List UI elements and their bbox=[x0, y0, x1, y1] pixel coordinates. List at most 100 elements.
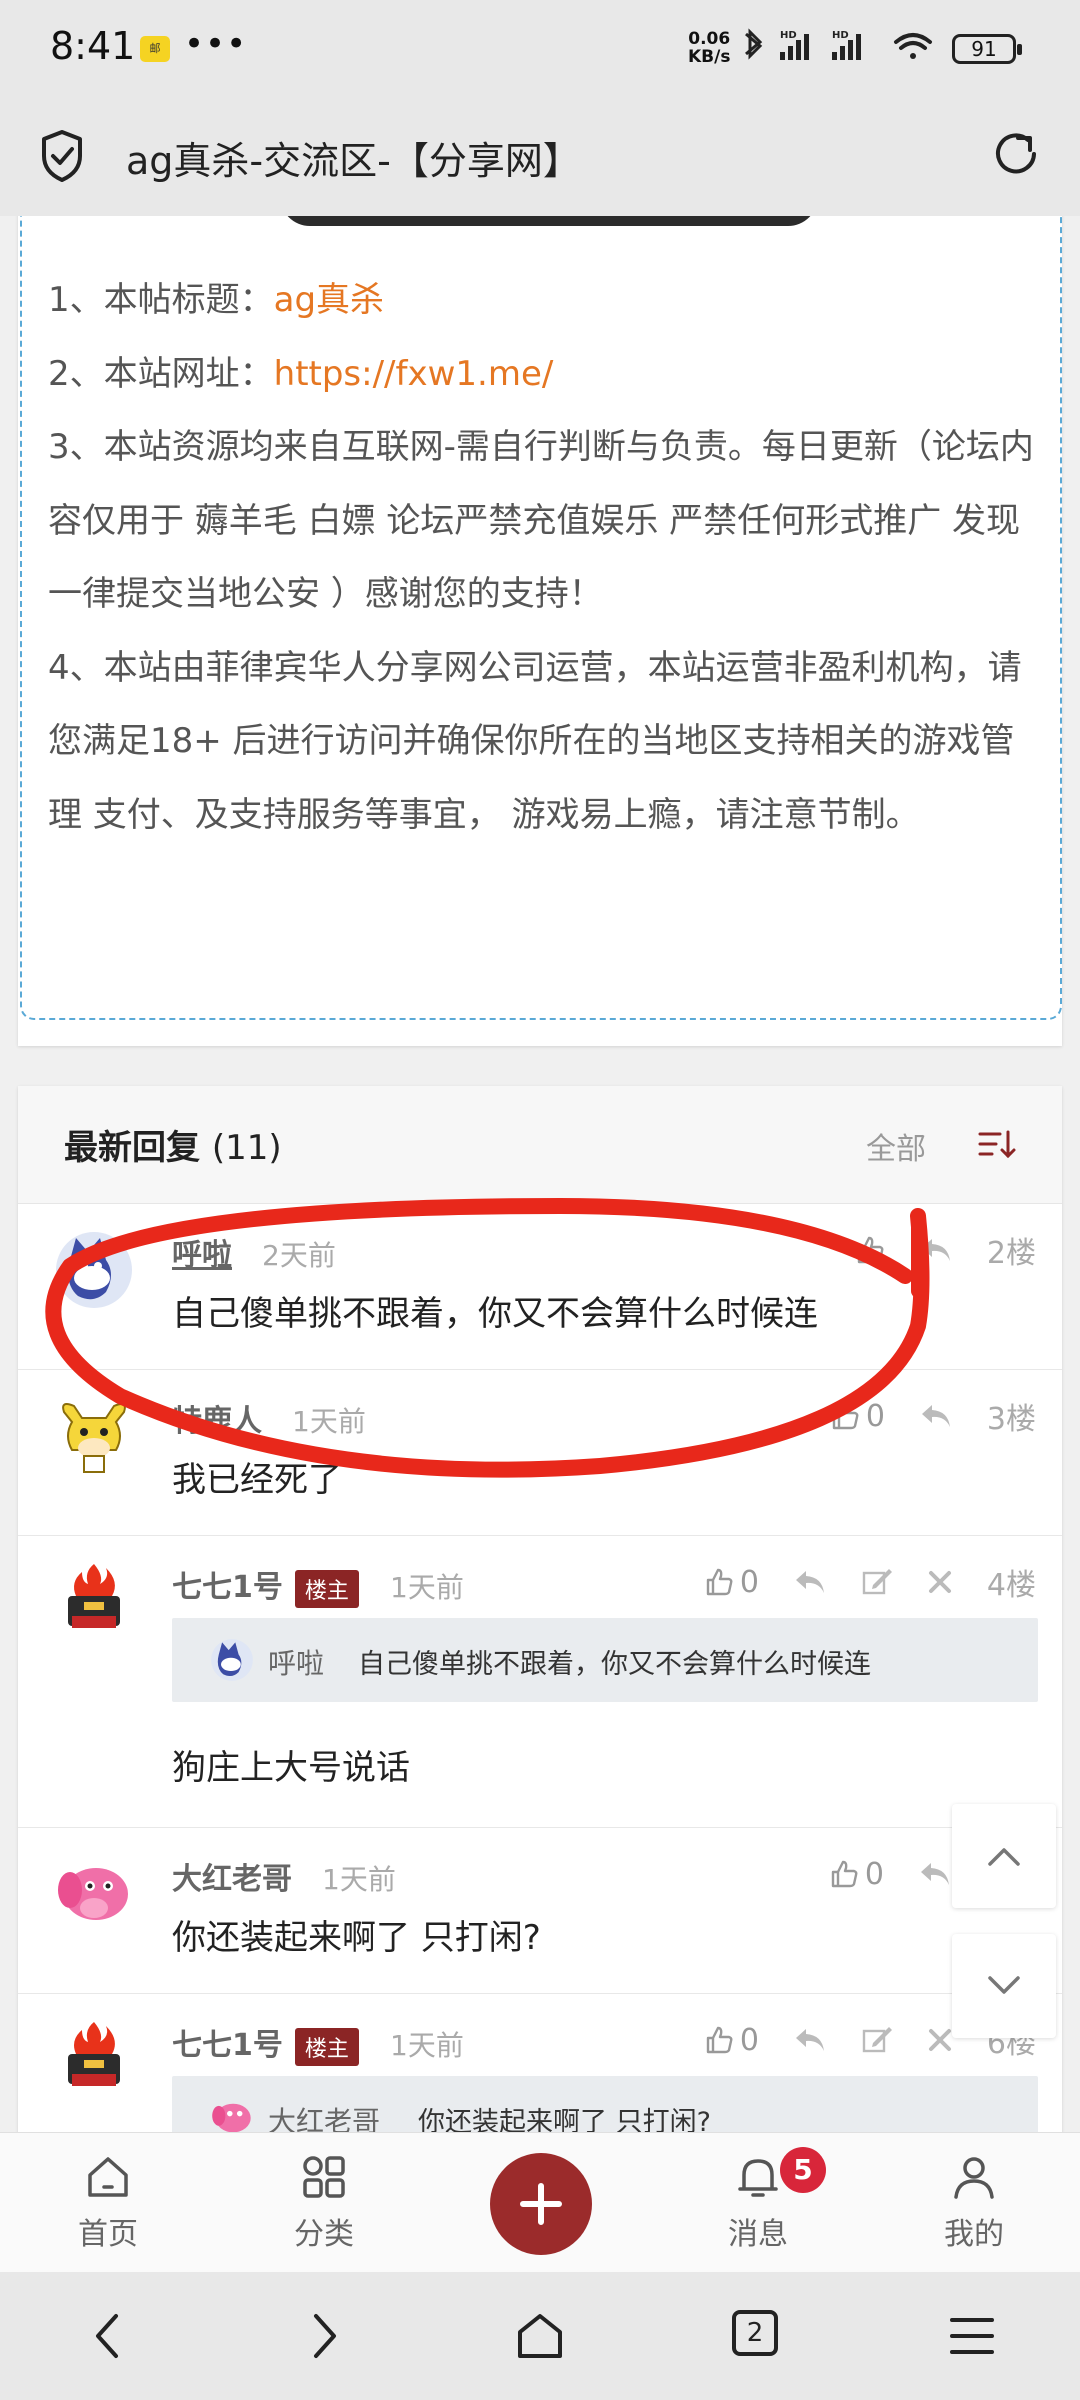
reply-item: 特鹿人 1天前 0 3楼 我已经死了 bbox=[18, 1370, 1062, 1536]
reply-actions: 0 4楼 bbox=[670, 1562, 1036, 1603]
reply-author[interactable]: 呼啦 bbox=[172, 1230, 232, 1274]
wifi-icon bbox=[894, 33, 932, 59]
notification-app-icon: 邮 bbox=[140, 36, 170, 62]
scroll-down-button[interactable] bbox=[952, 1934, 1056, 2038]
edit-icon bbox=[862, 1569, 892, 1595]
reply-button[interactable] bbox=[793, 2025, 827, 2055]
like-button[interactable]: 0 bbox=[829, 1857, 884, 1892]
tabs-button[interactable]: 2 bbox=[732, 2310, 778, 2356]
avatar[interactable] bbox=[54, 1396, 134, 1476]
browser-toolbar: ag真杀-交流区-【分享网】 bbox=[0, 100, 1080, 216]
reply-item: 七七1号 楼主 1天前 0 4楼 呼啦 自己傻单挑不跟着，你又不会算什么时候连 … bbox=[18, 1536, 1062, 1828]
op-badge: 楼主 bbox=[294, 2027, 359, 2066]
quoted-reply[interactable]: 呼啦 自己傻单挑不跟着，你又不会算什么时候连 bbox=[172, 1618, 1038, 1702]
delete-button[interactable] bbox=[927, 1569, 953, 1595]
edit-icon bbox=[862, 2027, 892, 2053]
thumbs-up-icon bbox=[857, 1236, 884, 1264]
replies-filter-all[interactable]: 全部 bbox=[866, 1124, 926, 1168]
reply-author[interactable]: 特鹿人 bbox=[172, 1396, 262, 1440]
reply-text: 狗庄上大号说话 bbox=[172, 1748, 410, 1788]
network-speed: 0.06 KB/s bbox=[688, 29, 731, 67]
reply-text: 我已经死了 bbox=[172, 1460, 342, 1500]
chevron-down-icon bbox=[988, 1976, 1020, 1994]
battery-indicator: 91 bbox=[952, 34, 1022, 64]
avatar[interactable] bbox=[54, 1562, 134, 1642]
replies-title: 最新回复 (11) bbox=[64, 1128, 282, 1168]
reply-button[interactable] bbox=[919, 1235, 953, 1265]
thumbs-up-icon bbox=[706, 1568, 733, 1596]
sort-icon[interactable] bbox=[978, 1126, 1018, 1162]
menu-icon[interactable] bbox=[948, 2310, 996, 2362]
reply-author[interactable]: 七七1号 楼主 bbox=[172, 1562, 359, 1608]
new-post-button[interactable] bbox=[490, 2153, 592, 2255]
cellular-signal-2-icon: HD bbox=[832, 30, 861, 60]
quoted-reply[interactable]: 大红老哥 你还装起来啊了 只打闲? bbox=[172, 2076, 1038, 2132]
back-icon[interactable] bbox=[88, 2310, 128, 2362]
more-notifications-icon: ••• bbox=[184, 24, 248, 64]
thumbs-up-icon bbox=[706, 2026, 733, 2054]
replies-count: (11) bbox=[211, 1128, 282, 1168]
plus-icon bbox=[520, 2183, 562, 2225]
chevron-up-icon bbox=[988, 1848, 1020, 1866]
reply-time: 1天前 bbox=[390, 2029, 464, 2062]
notice-site-link[interactable]: https://fxw1.me/ bbox=[274, 354, 554, 394]
bell-icon bbox=[738, 2159, 778, 2197]
like-button[interactable] bbox=[855, 1235, 885, 1265]
reply-button[interactable] bbox=[918, 1859, 952, 1889]
reply-item: 呼啦 2天前 2楼 自己傻单挑不跟着，你又不会算什么时候连 bbox=[18, 1204, 1062, 1370]
forward-icon[interactable] bbox=[304, 2310, 344, 2362]
scroll-up-button[interactable] bbox=[952, 1804, 1056, 1908]
floor-number: 2楼 bbox=[986, 1236, 1036, 1271]
reply-time: 2天前 bbox=[262, 1239, 336, 1272]
quote-author: 呼啦 bbox=[268, 1647, 325, 1680]
status-bar: 8:41 邮 ••• 0.06 KB/s HD HD 91 bbox=[0, 0, 1080, 100]
thumbs-up-icon bbox=[831, 1860, 858, 1888]
browser-bottom-bar: 2 bbox=[0, 2272, 1080, 2400]
like-button[interactable]: 0 bbox=[704, 2023, 759, 2058]
reply-author[interactable]: 七七1号 楼主 bbox=[172, 2020, 359, 2066]
quote-text: 你还装起来啊了 只打闲? bbox=[418, 2107, 711, 2132]
reply-item: 七七1号 楼主 1天前 0 6楼 大红老哥 你还装起来啊了 只打闲? bbox=[18, 1994, 1062, 2132]
reply-button[interactable] bbox=[793, 1567, 827, 1597]
nav-home[interactable]: 首页 bbox=[48, 2153, 168, 2253]
reply-button[interactable] bbox=[919, 1401, 953, 1431]
avatar[interactable] bbox=[54, 1230, 134, 1310]
notice-line4: 4、本站由菲律宾华人分享网公司运营，本站运营非盈利机构，请您满足18+ 后进行访… bbox=[48, 647, 1022, 835]
messages-badge: 5 bbox=[780, 2147, 826, 2193]
avatar[interactable] bbox=[54, 2020, 134, 2100]
refresh-icon[interactable] bbox=[988, 126, 1044, 182]
edit-button[interactable] bbox=[861, 2025, 893, 2055]
notice-line2-label: 2、本站网址： bbox=[48, 353, 274, 394]
edit-button[interactable] bbox=[861, 1567, 893, 1597]
reply-text: 你还装起来啊了 只打闲? bbox=[172, 1918, 541, 1958]
replies-section: 最新回复 (11) 全部 呼啦 2天前 2楼 自己傻单挑不跟着，你又不会算什么时… bbox=[18, 1086, 1062, 2132]
reply-actions: 0 3楼 bbox=[796, 1396, 1036, 1437]
notice-line1-label: 1、本帖标题： bbox=[48, 280, 274, 320]
nav-mine[interactable]: 我的 bbox=[914, 2153, 1034, 2253]
user-icon bbox=[954, 2157, 994, 2199]
thumbs-up-icon bbox=[832, 1402, 859, 1430]
page-content[interactable]: 1、本帖标题：ag真杀 2、本站网址：https://fxw1.me/ 3、本站… bbox=[0, 216, 1080, 2132]
avatar[interactable] bbox=[54, 1854, 134, 1934]
floor-number: 3楼 bbox=[986, 1402, 1036, 1437]
quote-avatar bbox=[212, 2103, 251, 2132]
like-button[interactable]: 0 bbox=[704, 1565, 759, 1600]
reply-actions: 0 bbox=[795, 1854, 952, 1894]
reply-text: 自己傻单挑不跟着，你又不会算什么时候连 bbox=[172, 1294, 818, 1334]
delete-button[interactable] bbox=[927, 2027, 953, 2053]
notice-line3: 3、本站资源均来自互联网-需自行判断与负责。每日更新（论坛内容仅用于 薅羊毛 白… bbox=[48, 427, 1034, 614]
reply-icon bbox=[921, 1863, 949, 1885]
reply-author[interactable]: 大红老哥 bbox=[172, 1854, 292, 1898]
like-button[interactable]: 0 bbox=[830, 1399, 885, 1434]
home-button-icon[interactable] bbox=[514, 2310, 566, 2362]
cellular-signal-icon: HD bbox=[780, 30, 809, 60]
security-shield-icon[interactable] bbox=[38, 128, 86, 184]
signal-icons: HD HD bbox=[745, 28, 932, 60]
notice-text: 1、本帖标题：ag真杀 2、本站网址：https://fxw1.me/ 3、本站… bbox=[48, 264, 1038, 852]
reply-icon bbox=[795, 1571, 824, 1593]
page-title[interactable]: ag真杀-交流区-【分享网】 bbox=[126, 130, 581, 185]
action-pill[interactable] bbox=[280, 216, 818, 226]
reply-item: 大红老哥 1天前 0 你还装起来啊了 只打闲? bbox=[18, 1828, 1062, 1994]
nav-category[interactable]: 分类 bbox=[264, 2153, 384, 2253]
bluetooth-icon bbox=[745, 28, 763, 60]
